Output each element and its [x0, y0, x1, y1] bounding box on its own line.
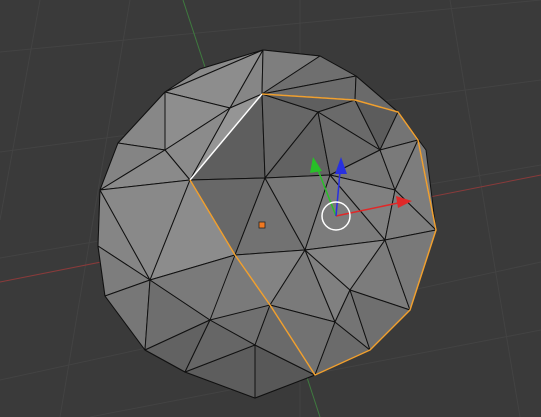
3d-viewport[interactable] — [0, 0, 541, 417]
mesh-face — [117, 91, 166, 151]
object-origin[interactable] — [258, 221, 266, 229]
icosphere-mesh[interactable] — [97, 49, 437, 399]
